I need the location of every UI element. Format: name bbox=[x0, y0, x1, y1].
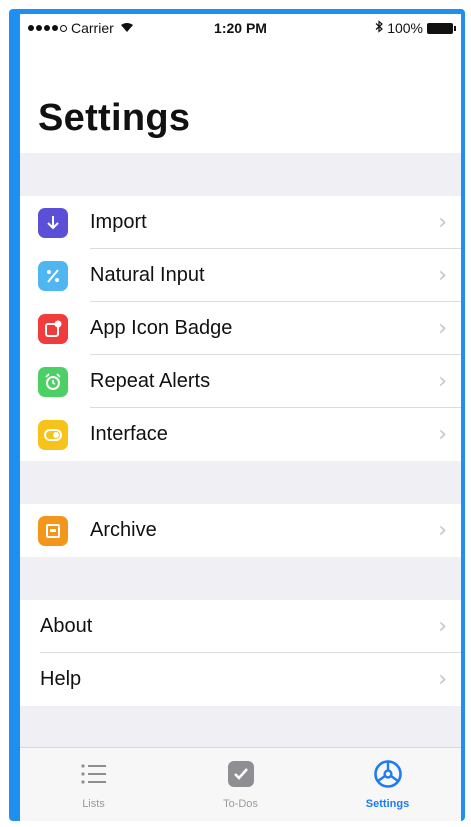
bluetooth-icon bbox=[375, 20, 384, 36]
checkmark-icon bbox=[227, 758, 255, 790]
settings-icon bbox=[373, 758, 403, 790]
settings-row-natural-input[interactable]: Natural Input › bbox=[20, 249, 461, 302]
chevron-right-icon: › bbox=[438, 369, 447, 394]
settings-row-archive[interactable]: Archive › bbox=[20, 504, 461, 557]
section-spacer bbox=[20, 153, 461, 196]
section-spacer bbox=[20, 461, 461, 504]
row-label: Help bbox=[40, 668, 82, 690]
tab-settings[interactable]: Settings bbox=[314, 748, 461, 821]
settings-row-help[interactable]: Help › bbox=[20, 653, 461, 706]
chevron-right-icon: › bbox=[438, 210, 447, 235]
tab-label: Lists bbox=[82, 798, 105, 810]
settings-screen: Carrier 1:20 PM 100% Settings Import › N… bbox=[20, 14, 461, 821]
alarm-icon bbox=[38, 366, 68, 397]
settings-row-about[interactable]: About › bbox=[20, 600, 461, 653]
row-label: Interface bbox=[90, 423, 168, 445]
battery-icon bbox=[427, 22, 456, 34]
archive-icon bbox=[38, 515, 68, 546]
download-icon bbox=[38, 207, 68, 238]
row-label: Import bbox=[90, 211, 147, 233]
percent-icon bbox=[38, 260, 68, 291]
row-label: Repeat Alerts bbox=[90, 370, 211, 392]
chevron-right-icon: › bbox=[438, 667, 447, 692]
battery-percent: 100% bbox=[387, 20, 423, 36]
badge-icon bbox=[38, 313, 68, 344]
chevron-right-icon: › bbox=[438, 422, 447, 447]
chevron-right-icon: › bbox=[438, 263, 447, 288]
row-label: About bbox=[40, 615, 93, 637]
settings-group-info: About › Help › bbox=[20, 600, 461, 706]
row-label: Natural Input bbox=[90, 264, 205, 286]
row-label: Archive bbox=[90, 519, 157, 541]
tab-label: Settings bbox=[365, 798, 410, 810]
tab-bar: Lists To-Dos Settings bbox=[20, 747, 461, 821]
tab-label: To-Dos bbox=[223, 798, 258, 810]
page-title: Settings bbox=[38, 97, 191, 139]
row-label: App Icon Badge bbox=[90, 317, 233, 339]
settings-row-import[interactable]: Import › bbox=[20, 196, 461, 249]
section-spacer bbox=[20, 557, 461, 600]
settings-group-features: Import › Natural Input › App Icon Badge … bbox=[20, 196, 461, 461]
settings-group-archive: Archive › bbox=[20, 504, 461, 557]
settings-row-app-icon-badge[interactable]: App Icon Badge › bbox=[20, 302, 461, 355]
chevron-right-icon: › bbox=[438, 518, 447, 543]
tab-to-dos[interactable]: To-Dos bbox=[167, 748, 314, 821]
tab-lists[interactable]: Lists bbox=[20, 748, 167, 821]
toggle-icon bbox=[38, 419, 68, 450]
status-bar: Carrier 1:20 PM 100% bbox=[20, 14, 461, 44]
chevron-right-icon: › bbox=[438, 614, 447, 639]
chevron-right-icon: › bbox=[438, 316, 447, 341]
settings-row-interface[interactable]: Interface › bbox=[20, 408, 461, 461]
settings-row-repeat-alerts[interactable]: Repeat Alerts › bbox=[20, 355, 461, 408]
section-spacer bbox=[20, 706, 461, 747]
list-icon bbox=[80, 758, 108, 790]
